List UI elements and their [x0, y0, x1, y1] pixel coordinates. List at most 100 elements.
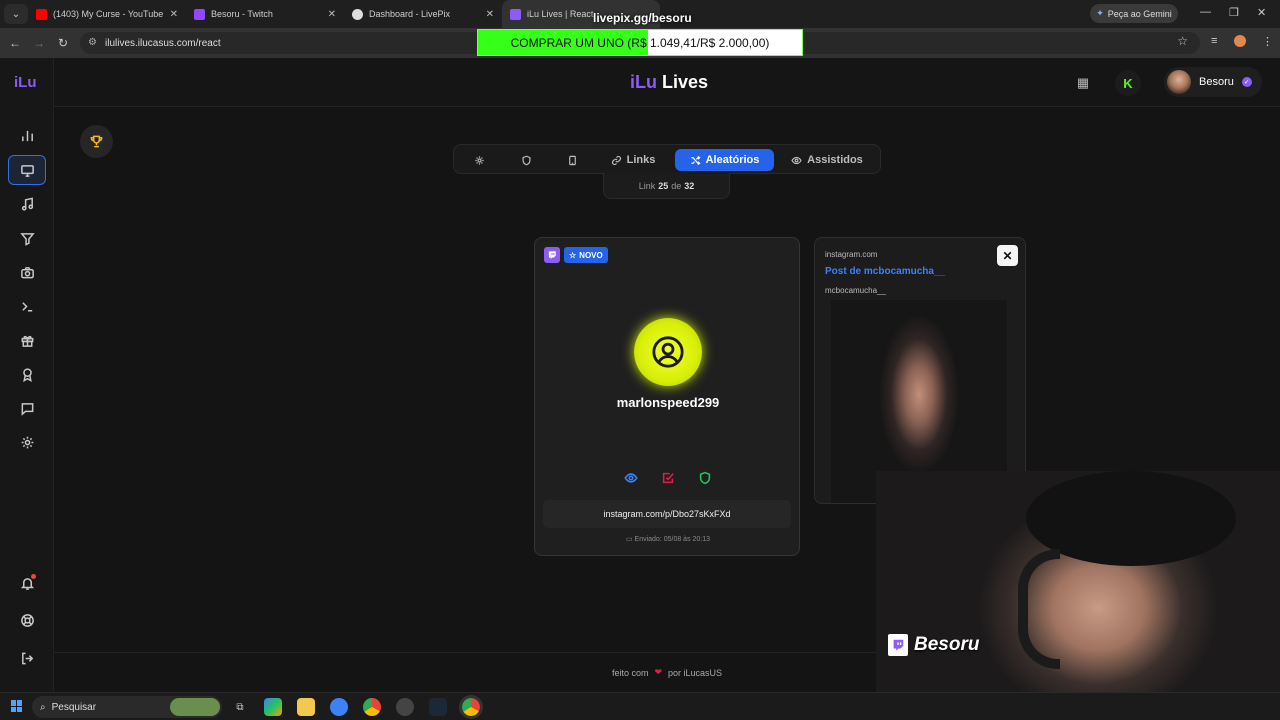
user-name: Besoru	[1199, 76, 1234, 88]
tab-links[interactable]: Links	[603, 149, 663, 171]
sidebar-item-notifications[interactable]	[8, 568, 46, 598]
close-preview-button[interactable]: ✕	[997, 245, 1018, 266]
calendar-icon: ▭	[625, 536, 633, 543]
blocks-icon[interactable]: ▦	[1070, 70, 1096, 96]
link-url[interactable]: instagram.com/p/Dbo27sKxFXd	[543, 500, 791, 528]
brand-logo[interactable]: iLu Lives	[630, 72, 708, 93]
footer-text-before: feito com	[611, 667, 649, 678]
url-text: ilulives.ilucasus.com/react	[105, 37, 221, 49]
obs-icon[interactable]	[396, 698, 414, 716]
sidebar-item-music[interactable]	[8, 189, 46, 219]
close-window-icon[interactable]: ✕	[1257, 6, 1266, 19]
check-square-icon	[662, 472, 674, 484]
trophy-button[interactable]	[80, 125, 113, 158]
twitch-icon	[194, 8, 205, 20]
sidebar-item-gift[interactable]	[8, 325, 46, 355]
livepix-icon	[352, 8, 363, 20]
file-explorer-icon[interactable]	[297, 698, 315, 716]
webcam-name-tag: Besoru	[888, 634, 979, 656]
chrome-active-icon[interactable]	[459, 695, 483, 719]
close-tab-icon[interactable]: ✕	[328, 9, 336, 20]
new-badge-label: NOVO	[579, 250, 603, 260]
tab-random[interactable]: Aleatórios	[675, 149, 774, 171]
sidebar-item-terminal[interactable]	[8, 291, 46, 321]
maximize-icon[interactable]: ❐	[1229, 6, 1239, 19]
award-icon	[22, 367, 32, 382]
sidebar-item-filter[interactable]	[8, 223, 46, 253]
sidebar-item-chat[interactable]	[8, 393, 46, 423]
sidebar-item-logout[interactable]	[8, 643, 46, 673]
tablet-icon	[568, 155, 576, 165]
sidebar-item-settings[interactable]	[8, 427, 46, 457]
moderate-button[interactable]	[697, 470, 713, 486]
sidebar-item-help[interactable]	[8, 605, 46, 635]
bookmark-star-icon[interactable]: ☆	[1177, 34, 1188, 48]
youtube-icon	[36, 8, 47, 20]
tab-search-button[interactable]: ⌄	[4, 4, 28, 24]
sidebar-item-award[interactable]	[8, 359, 46, 389]
tab-title: Besoru - Twitch	[211, 9, 273, 19]
tab-mobile[interactable]	[555, 149, 589, 171]
footer-text-after: por iLucasUS	[668, 667, 723, 678]
livepix-overlay-title: livepix.gg/besoru	[593, 11, 692, 25]
user-avatar-placeholder	[634, 318, 702, 386]
site-info-icon[interactable]: ⚙	[88, 37, 97, 48]
reload-icon[interactable]: ↻	[54, 36, 72, 50]
livepix-goal-bar: COMPRAR UM UNO (R$ 1.049,41/R$ 2.000,00)	[477, 29, 803, 56]
sidebar-item-camera[interactable]	[8, 257, 46, 287]
steam-icon[interactable]	[429, 698, 447, 716]
star-icon: ☆	[569, 250, 577, 260]
terminal-icon	[21, 301, 32, 311]
sidebar-item-dashboard[interactable]	[8, 120, 46, 150]
sidebar-item-screen[interactable]	[8, 155, 46, 185]
taskbar-search[interactable]: ⌕ Pesquisar	[32, 696, 222, 718]
chrome-icon[interactable]	[363, 698, 381, 716]
counter-current: 25	[658, 180, 669, 191]
close-tab-icon[interactable]: ✕	[170, 9, 178, 20]
user-menu[interactable]: Besoru ✓	[1164, 67, 1262, 97]
browser-tab-livepix[interactable]: Dashboard - LivePix ✕	[344, 0, 502, 28]
webcam-name: Besoru	[914, 634, 980, 655]
twitch-badge-icon	[544, 247, 560, 263]
gemini-label: Peça ao Gemini	[1107, 8, 1172, 19]
minimize-icon[interactable]: —	[1200, 6, 1211, 18]
browser-tab-youtube[interactable]: (1403) My Curse - YouTube ✕	[28, 0, 186, 28]
mark-done-button[interactable]	[660, 470, 676, 486]
brand-suffix: Lives	[662, 72, 709, 92]
gemini-button[interactable]: ✦ Peça ao Gemini	[1090, 4, 1178, 23]
preview-title[interactable]: Post de mcbocamucha__	[825, 266, 945, 277]
tab-label: Links	[626, 154, 656, 166]
counter-total: 32	[684, 180, 695, 191]
tab-watched[interactable]: Assistidos	[786, 149, 868, 171]
media-control-icon[interactable]: ≡	[1211, 35, 1217, 47]
chrome-profile-icon[interactable]	[330, 698, 348, 716]
kick-icon[interactable]: K	[1115, 70, 1141, 96]
menu-dots-icon[interactable]: ⋮	[1262, 35, 1273, 48]
trophy-icon	[90, 135, 103, 148]
heart-icon: ❤	[654, 667, 663, 677]
eye-icon	[791, 156, 802, 164]
sidebar-logo[interactable]: iLu	[14, 74, 37, 91]
browser-tab-twitch[interactable]: Besoru - Twitch ✕	[186, 0, 344, 28]
watch-button[interactable]	[623, 470, 639, 486]
back-icon[interactable]: ←	[6, 36, 24, 50]
link-counter: Link 25 de 32	[603, 173, 730, 199]
windows-start-icon[interactable]	[11, 700, 23, 712]
logout-icon	[21, 652, 33, 664]
settings-gear-icon	[21, 436, 33, 448]
filter-icon	[19, 232, 35, 246]
copilot-icon[interactable]	[264, 698, 282, 716]
card-actions	[535, 470, 801, 486]
app-header: iLu Lives ▦ K Besoru ✓	[54, 58, 1280, 107]
close-tab-icon[interactable]: ✕	[486, 9, 494, 20]
link-icon	[611, 155, 621, 165]
profile-avatar[interactable]	[1234, 35, 1246, 47]
chat-icon	[21, 402, 33, 416]
task-view-icon[interactable]: ⧉	[231, 698, 249, 716]
tab-moderation[interactable]	[509, 149, 543, 171]
user-icon	[652, 336, 684, 368]
forward-icon[interactable]: →	[30, 36, 48, 50]
brand-prefix: iLu	[630, 72, 657, 92]
tab-settings[interactable]	[462, 149, 496, 171]
new-badge: ☆ NOVO	[564, 247, 608, 263]
